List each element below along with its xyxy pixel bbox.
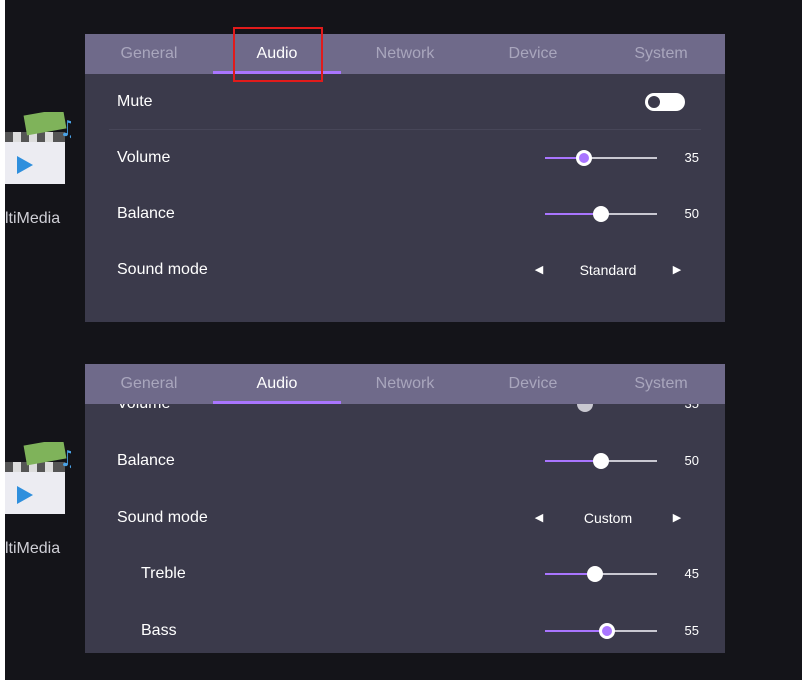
audio-tab-highlight bbox=[233, 27, 323, 82]
treble-value: 45 bbox=[684, 566, 699, 581]
mute-label: Mute bbox=[117, 93, 153, 110]
settings-tab-bar: General Audio Network Device System bbox=[85, 34, 725, 74]
volume-label: Volume bbox=[117, 149, 171, 166]
sound-mode-label: Sound mode bbox=[117, 509, 208, 526]
balance-label: Balance bbox=[117, 452, 175, 469]
multimedia-clapper-icon: ♫ bbox=[5, 112, 71, 184]
tab-system[interactable]: System bbox=[597, 364, 725, 404]
balance-value: 50 bbox=[684, 453, 699, 468]
volume-row[interactable]: Volume 35 bbox=[85, 130, 725, 186]
mute-toggle[interactable] bbox=[645, 93, 685, 111]
audio-settings-panel: General Audio Network Device System Mute… bbox=[85, 34, 725, 322]
tab-network[interactable]: Network bbox=[341, 364, 469, 404]
balance-row[interactable]: Balance 50 bbox=[85, 433, 725, 489]
tab-general[interactable]: General bbox=[85, 364, 213, 404]
previous-mode-arrow-icon[interactable]: ◀ bbox=[531, 242, 547, 298]
next-mode-arrow-icon[interactable]: ▶ bbox=[669, 242, 685, 298]
treble-label: Treble bbox=[141, 565, 186, 582]
balance-label: Balance bbox=[117, 205, 175, 222]
tab-device[interactable]: Device bbox=[469, 364, 597, 404]
bass-slider[interactable] bbox=[545, 623, 657, 639]
sound-mode-row[interactable]: Sound mode ◀ Standard ▶ bbox=[85, 242, 725, 298]
slider-thumb[interactable] bbox=[598, 623, 615, 639]
sound-mode-value: Standard bbox=[579, 262, 637, 278]
tab-system[interactable]: System bbox=[597, 34, 725, 74]
treble-row[interactable]: Treble 45 bbox=[85, 546, 725, 602]
slider-thumb[interactable] bbox=[587, 566, 604, 582]
multimedia-clapper-icon: ♫ bbox=[5, 442, 71, 514]
volume-slider[interactable] bbox=[545, 150, 657, 166]
balance-value: 50 bbox=[684, 206, 699, 221]
svg-text:♫: ♫ bbox=[59, 117, 71, 142]
next-mode-arrow-icon[interactable]: ▶ bbox=[669, 490, 685, 546]
tab-audio[interactable]: Audio bbox=[213, 364, 341, 404]
slider-thumb[interactable] bbox=[576, 150, 593, 166]
slider-thumb[interactable] bbox=[593, 453, 609, 469]
sound-mode-label: Sound mode bbox=[117, 261, 208, 278]
tab-general[interactable]: General bbox=[85, 34, 213, 74]
svg-text:♫: ♫ bbox=[59, 447, 71, 472]
settings-tab-bar: General Audio Network Device System bbox=[85, 364, 725, 404]
tab-device[interactable]: Device bbox=[469, 34, 597, 74]
multimedia-app-label: ltiMedia bbox=[5, 210, 61, 227]
bass-value: 55 bbox=[684, 623, 699, 638]
active-tab-indicator bbox=[213, 401, 341, 404]
treble-slider[interactable] bbox=[545, 566, 657, 582]
balance-slider[interactable] bbox=[545, 206, 657, 222]
balance-row[interactable]: Balance 50 bbox=[85, 186, 725, 242]
multimedia-app-tile[interactable]: ♫ ltiMedia bbox=[5, 112, 85, 232]
sound-mode-value: Custom bbox=[583, 510, 633, 526]
toggle-knob bbox=[648, 96, 660, 108]
multimedia-app-label: ltiMedia bbox=[5, 540, 61, 557]
audio-settings-panel-scrolled: Volume 35 General Audio Network Device S… bbox=[85, 364, 725, 653]
multimedia-app-tile[interactable]: ♫ ltiMedia bbox=[5, 442, 85, 562]
previous-mode-arrow-icon[interactable]: ◀ bbox=[531, 490, 547, 546]
volume-value: 35 bbox=[684, 150, 699, 165]
slider-fill bbox=[545, 630, 607, 632]
bass-row[interactable]: Bass 55 bbox=[85, 603, 725, 653]
tab-network[interactable]: Network bbox=[341, 34, 469, 74]
sound-mode-row[interactable]: Sound mode ◀ Custom ▶ bbox=[85, 490, 725, 546]
balance-slider[interactable] bbox=[545, 453, 657, 469]
mute-row[interactable]: Mute bbox=[85, 74, 725, 130]
slider-thumb[interactable] bbox=[593, 206, 609, 222]
bass-label: Bass bbox=[141, 622, 177, 639]
